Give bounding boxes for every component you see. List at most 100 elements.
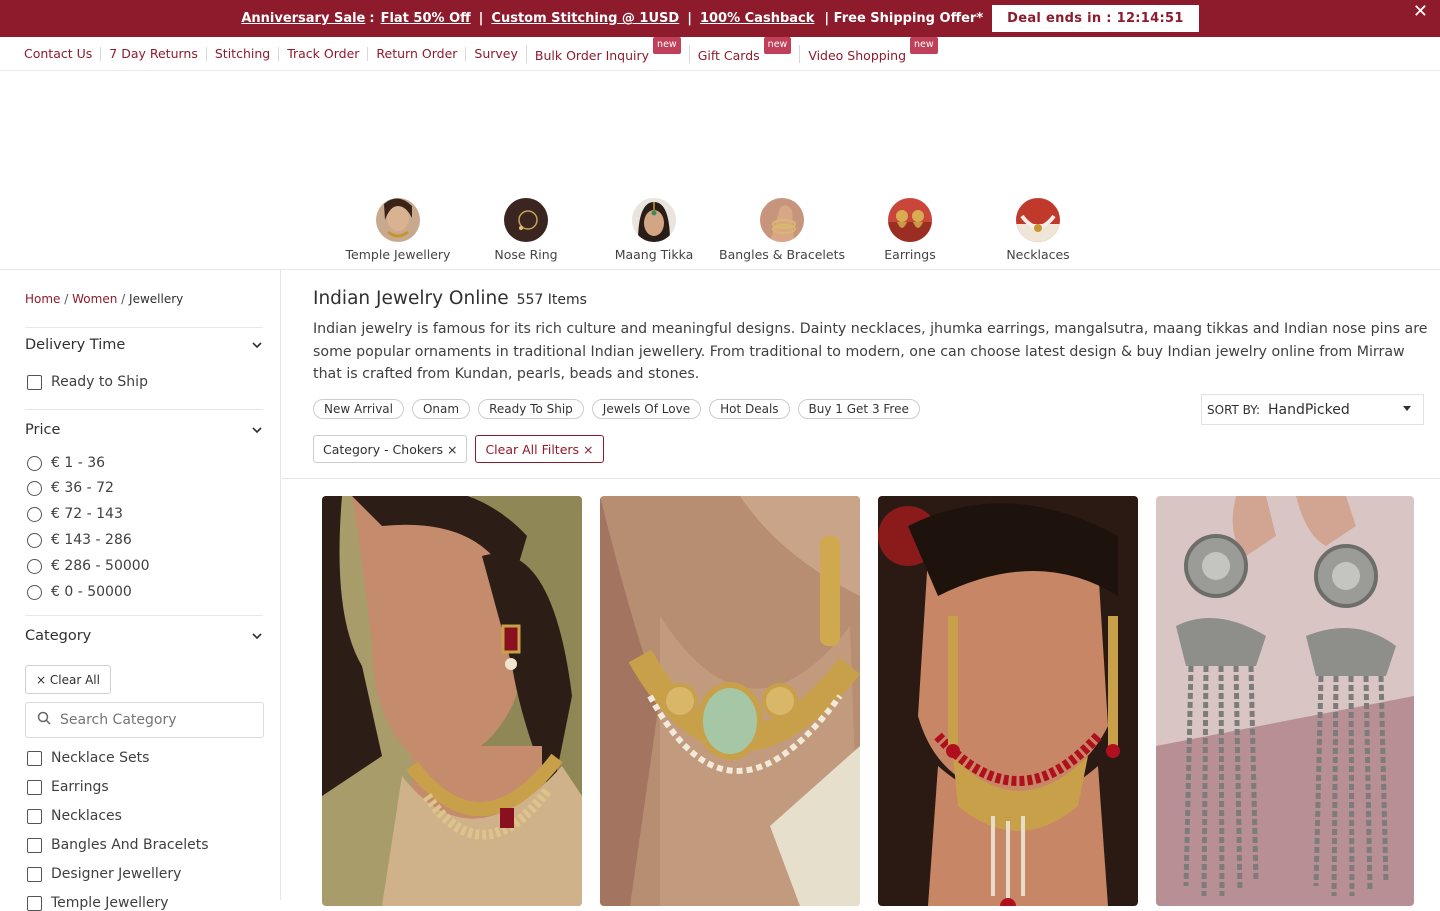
product-card[interactable] — [1156, 496, 1414, 906]
checkbox[interactable] — [27, 374, 42, 390]
video-shopping-link[interactable]: Video Shopping new — [799, 36, 945, 63]
maang-tikka-thumb — [632, 198, 676, 242]
promo-colon: : — [369, 11, 375, 26]
category-search[interactable] — [25, 702, 264, 738]
deal-label: Deal ends in : — [1007, 11, 1117, 26]
price-option[interactable]: € 143 - 286 — [27, 532, 132, 548]
delivery-time-header[interactable]: Delivery Time — [25, 337, 263, 353]
category-temple-jewellery[interactable]: Temple Jewellery — [334, 198, 462, 262]
checkbox[interactable] — [27, 808, 42, 824]
category-label: Bangles & Bracelets — [719, 247, 845, 262]
category-bangles-bracelets[interactable]: Bangles & Bracelets — [718, 198, 846, 262]
new-badge: new — [910, 36, 938, 54]
sort-value: HandPicked — [1268, 401, 1350, 418]
category-maang-tikka[interactable]: Maang Tikka — [590, 198, 718, 262]
category-necklaces[interactable]: Necklaces — [974, 198, 1102, 262]
gift-cards-link[interactable]: Gift Cards new — [688, 36, 800, 63]
promo-stitching-link[interactable]: Custom Stitching @ 1USD — [491, 11, 679, 26]
category-nose-ring[interactable]: Nose Ring — [462, 198, 590, 262]
item-count: 557 Items — [516, 292, 587, 308]
caret-down-icon — [1403, 404, 1411, 413]
product-card[interactable] — [878, 496, 1138, 906]
quick-filter-chips: New Arrival Onam Ready To Ship Jewels Of… — [313, 399, 928, 419]
divider — [282, 478, 1440, 479]
price-option[interactable]: € 72 - 143 — [27, 506, 123, 522]
applied-filter-chokers[interactable]: Category - Chokers × — [313, 435, 468, 463]
ready-to-ship-checkbox[interactable]: Ready to Ship — [27, 374, 148, 390]
category-option[interactable]: Necklace Sets — [27, 750, 149, 766]
contact-us-link[interactable]: Contact Us — [24, 46, 100, 61]
checkbox[interactable] — [27, 837, 42, 853]
category-label: Nose Ring — [494, 247, 558, 262]
category-option[interactable]: Earrings — [27, 779, 109, 795]
option-label: € 286 - 50000 — [51, 558, 150, 574]
breadcrumb-current: Jewellery — [129, 292, 184, 306]
chip-hot-deals[interactable]: Hot Deals — [709, 399, 790, 419]
clear-all-filters-button[interactable]: Clear All Filters × — [475, 435, 604, 463]
promo-anniversary-link[interactable]: Anniversary Sale — [241, 11, 365, 26]
chip-buy-1-get-3[interactable]: Buy 1 Get 3 Free — [797, 399, 920, 419]
product-image — [878, 496, 1138, 906]
deal-timer: Deal ends in : 12:14:51 — [992, 5, 1199, 32]
divider — [25, 615, 263, 616]
radio[interactable] — [27, 558, 42, 574]
stitching-link[interactable]: Stitching — [205, 46, 278, 61]
category-strip: Temple Jewellery Nose Ring Maang Tikka B… — [334, 198, 1102, 262]
category-option[interactable]: Designer Jewellery — [27, 866, 181, 882]
radio[interactable] — [27, 584, 42, 600]
track-order-link[interactable]: Track Order — [278, 45, 367, 61]
price-option[interactable]: € 36 - 72 — [27, 480, 114, 496]
price-option[interactable]: € 286 - 50000 — [27, 558, 150, 574]
category-option[interactable]: Bangles And Bracelets — [27, 837, 209, 853]
nose-ring-thumb — [504, 198, 548, 242]
link-label: Bulk Order Inquiry — [534, 47, 650, 63]
checkbox[interactable] — [27, 895, 42, 911]
close-icon[interactable]: ✕ — [1413, 1, 1428, 22]
breadcrumb-women[interactable]: Women — [72, 292, 117, 306]
category-earrings[interactable]: Earrings — [846, 198, 974, 262]
page-heading: Indian Jewelry Online — [313, 288, 509, 309]
radio[interactable] — [27, 480, 42, 496]
price-option[interactable]: € 0 - 50000 — [27, 584, 132, 600]
checkbox[interactable] — [27, 779, 42, 795]
price-option[interactable]: € 1 - 36 — [27, 455, 105, 471]
link-label: Track Order — [287, 45, 360, 61]
link-label: 7 Day Returns — [109, 45, 198, 61]
category-option[interactable]: Necklaces — [27, 808, 122, 824]
return-order-link[interactable]: Return Order — [367, 45, 465, 61]
earrings-thumb — [888, 198, 932, 242]
radio[interactable] — [27, 455, 42, 471]
page-description: Indian jewelry is famous for its rich cu… — [313, 321, 1428, 383]
option-label: € 72 - 143 — [51, 506, 123, 522]
breadcrumb-home[interactable]: Home — [25, 292, 60, 306]
divider — [25, 327, 263, 328]
chip-jewels-of-love[interactable]: Jewels Of Love — [591, 399, 702, 419]
chip-ready-to-ship[interactable]: Ready To Ship — [478, 399, 584, 419]
applied-filters: Category - Chokers × Clear All Filters × — [313, 435, 612, 463]
price-header[interactable]: Price — [25, 422, 263, 438]
chip-onam[interactable]: Onam — [411, 399, 471, 419]
breadcrumb: Home / Women / Jewellery — [25, 292, 183, 306]
filter-title: Category — [25, 628, 92, 644]
day-returns-link[interactable]: 7 Day Returns — [100, 45, 206, 61]
sort-dropdown[interactable]: SORT BY: HandPicked — [1201, 394, 1424, 425]
chip-new-arrival[interactable]: New Arrival — [313, 399, 404, 419]
survey-link[interactable]: Survey — [465, 46, 525, 61]
category-clear-all-button[interactable]: × Clear All — [25, 665, 111, 694]
product-card[interactable] — [322, 496, 582, 906]
promo-cashback-link[interactable]: 100% Cashback — [700, 11, 814, 26]
bulk-order-link[interactable]: Bulk Order Inquiry new — [525, 36, 689, 63]
radio[interactable] — [27, 506, 42, 522]
checkbox[interactable] — [27, 866, 42, 882]
sort-label: SORT BY: — [1207, 402, 1261, 417]
radio[interactable] — [27, 532, 42, 548]
product-card[interactable] — [600, 496, 860, 906]
promo-flat-off-link[interactable]: Flat 50% Off — [381, 11, 471, 26]
category-option[interactable]: Temple Jewellery — [27, 895, 169, 911]
category-search-input[interactable] — [60, 712, 250, 728]
category-header[interactable]: Category — [25, 628, 263, 644]
product-image — [322, 496, 582, 906]
checkbox[interactable] — [27, 750, 42, 766]
link-label: Return Order — [376, 45, 458, 61]
product-image — [1156, 496, 1414, 906]
